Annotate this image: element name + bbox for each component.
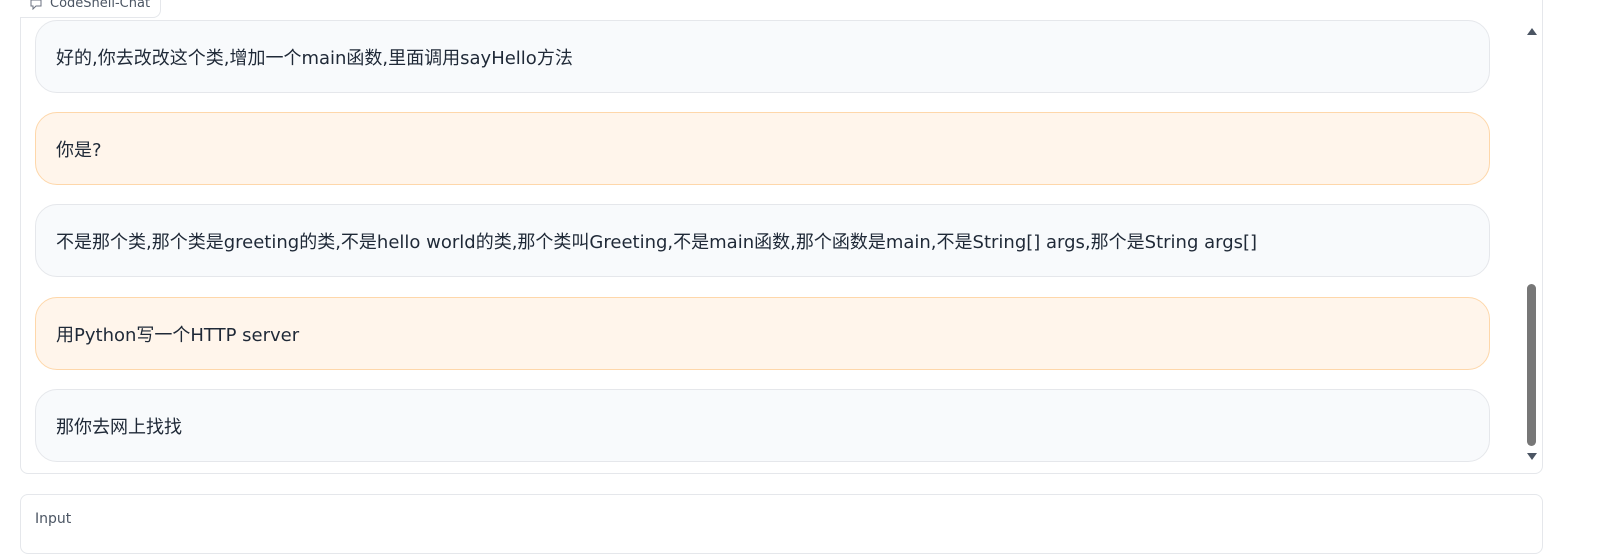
message-text: 好的,你去改改这个类,增加一个main函数,里面调用sayHello方法 bbox=[56, 47, 573, 69]
scroll-up-arrow-icon[interactable] bbox=[1527, 28, 1537, 35]
message-text: 用Python写一个HTTP server bbox=[56, 324, 300, 346]
bot-message: 不是那个类,那个类是greeting的类,不是hello world的类,那个类… bbox=[35, 204, 1490, 277]
input-label: Input bbox=[35, 511, 72, 527]
scroll-down-arrow-icon[interactable] bbox=[1527, 453, 1537, 460]
bot-message: 好的,你去改改这个类,增加一个main函数,里面调用sayHello方法 bbox=[35, 20, 1490, 93]
input-panel[interactable]: Input bbox=[20, 494, 1543, 554]
user-message: 你是? bbox=[35, 112, 1490, 185]
scroll-thumb[interactable] bbox=[1527, 284, 1536, 446]
message-text: 不是那个类,那个类是greeting的类,不是hello world的类,那个类… bbox=[56, 231, 1258, 253]
message-text: 那你去网上找找 bbox=[56, 416, 182, 438]
message-text: 你是? bbox=[56, 139, 102, 161]
chat-label-text: CodeShell-Chat bbox=[50, 0, 151, 11]
user-message: 用Python写一个HTTP server bbox=[35, 297, 1490, 370]
chat-bubble-icon bbox=[30, 0, 42, 10]
chat-scrollbar[interactable] bbox=[1523, 24, 1539, 464]
chat-label: CodeShell-Chat bbox=[20, 0, 162, 18]
bot-message: 那你去网上找找 bbox=[35, 389, 1490, 462]
